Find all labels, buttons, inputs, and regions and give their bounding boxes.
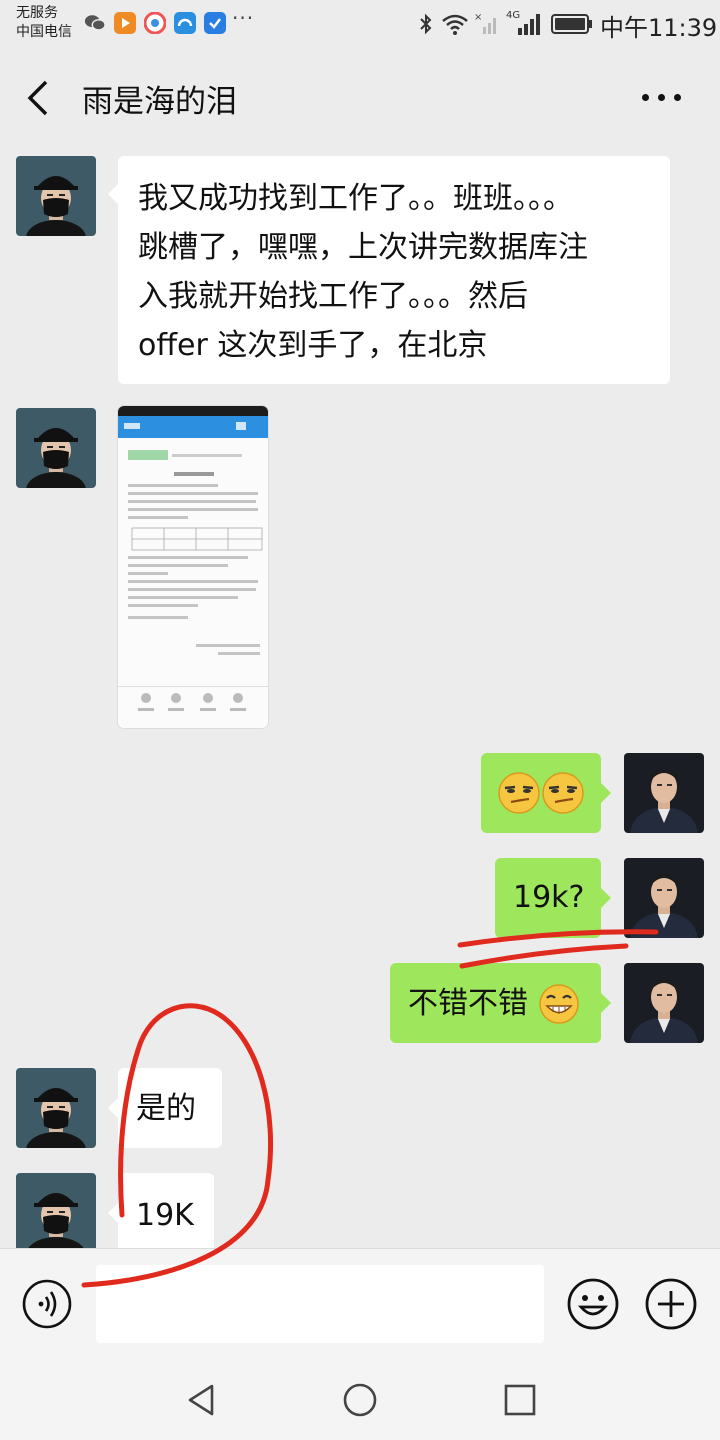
avatar-self[interactable] xyxy=(624,858,704,938)
voice-input-icon[interactable] xyxy=(22,1279,72,1329)
message-text: 是的 xyxy=(136,1091,196,1126)
wechat-icon xyxy=(84,15,106,31)
carrier-info: 无服务 中国电信 xyxy=(16,4,72,42)
message-line: 我又成功找到工作了。。班班。。。 xyxy=(138,181,573,216)
message-line: 跳槽了，嘿嘿，上次讲完数据库注 xyxy=(138,230,588,265)
message-input[interactable] xyxy=(96,1265,544,1343)
avatar-contact[interactable] xyxy=(16,156,96,236)
grin-emoji-icon xyxy=(539,984,579,1024)
avatar-contact[interactable] xyxy=(16,1173,96,1253)
avatar-self[interactable] xyxy=(624,963,704,1043)
battery-icon xyxy=(551,14,592,34)
message-line: offer 这次到手了，在北京 xyxy=(138,328,488,363)
message-line: 入我就开始找工作了。。。然后 xyxy=(138,279,528,314)
carrier-line-service: 无服务 xyxy=(16,5,58,21)
browser-app-icon xyxy=(144,12,166,34)
cloud-app-icon xyxy=(174,12,196,34)
message-bubble-sent[interactable] xyxy=(481,753,611,833)
square-recents-icon[interactable] xyxy=(500,1380,540,1420)
carrier-line-operator: 中国电信 xyxy=(16,24,72,40)
circle-home-icon[interactable] xyxy=(340,1380,380,1420)
signal-4g-icon xyxy=(518,14,540,35)
system-nav-bar xyxy=(0,1358,720,1440)
message-bubble-sent[interactable]: 19k? xyxy=(495,858,611,938)
message-text: 19k? xyxy=(513,880,585,915)
shield-app-icon xyxy=(204,12,226,34)
more-horizontal-icon[interactable] xyxy=(642,94,682,104)
message-bubble-sent[interactable]: 不错不错 xyxy=(390,963,611,1043)
avatar-self[interactable] xyxy=(624,753,704,833)
bluetooth-icon xyxy=(420,13,432,35)
avatar-contact[interactable] xyxy=(16,408,96,488)
message-bubble-received[interactable]: 是的 xyxy=(108,1068,222,1148)
plus-circle-icon[interactable] xyxy=(644,1277,698,1331)
chat-title: 雨是海的泪 xyxy=(82,84,237,120)
message-bubble-received[interactable]: 我又成功找到工作了。。班班。。。 跳槽了，嘿嘿，上次讲完数据库注 入我就开始找工… xyxy=(108,156,670,384)
more-notifications-icon: ··· xyxy=(232,6,255,30)
message-bubble-received[interactable]: 19K xyxy=(108,1173,214,1253)
svg-text:×: × xyxy=(474,12,482,23)
message-text: 不错不错 xyxy=(408,986,528,1021)
status-bar: 无服务 中国电信 ··· × 4G 中午11:39 xyxy=(0,0,720,50)
wifi-icon xyxy=(442,14,468,35)
triangle-back-icon[interactable] xyxy=(182,1380,222,1420)
document-screenshot-icon xyxy=(118,406,268,728)
chat-input-bar xyxy=(0,1248,720,1359)
chevron-left-icon[interactable] xyxy=(22,78,56,118)
avatar-contact[interactable] xyxy=(16,1068,96,1148)
signal-no-service-icon: × xyxy=(474,12,496,34)
chat-header: 雨是海的泪 xyxy=(0,50,720,144)
smirk-emoji-icon xyxy=(498,772,584,814)
message-text: 19K xyxy=(136,1198,194,1233)
clock: 中午11:39 xyxy=(600,14,718,42)
emoji-picker-icon[interactable] xyxy=(566,1277,620,1331)
video-app-icon xyxy=(114,12,136,34)
image-message-document-screenshot[interactable] xyxy=(118,406,268,728)
